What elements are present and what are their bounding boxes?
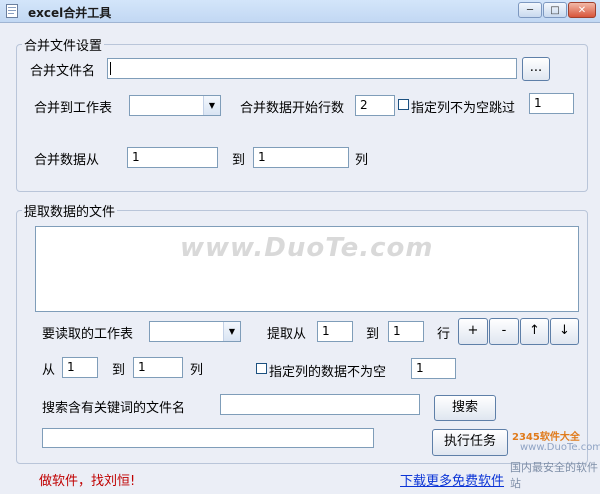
col-from-input[interactable]: 1 (62, 357, 98, 378)
nonempty-checkbox[interactable] (256, 363, 267, 374)
move-up-button[interactable]: ↑ (520, 318, 549, 345)
minimize-button[interactable]: ─ (518, 2, 542, 18)
status-field (42, 428, 374, 448)
merge-from-label: 合并数据从 (34, 153, 100, 168)
move-down-button[interactable]: ↓ (550, 318, 579, 345)
file-list[interactable]: www.DuoTe.com (35, 226, 579, 312)
nonempty-checkbox-label: 指定列的数据不为空 (269, 365, 387, 380)
app-window: excel合并工具 ─ □ ✕ 合并文件设置 合并文件名 ... 合并到工作表 … (0, 0, 600, 494)
window-title: excel合并工具 (28, 6, 112, 20)
text-cursor (110, 62, 111, 75)
read-sheet-label: 要读取的工作表 (42, 327, 134, 342)
author-link[interactable]: 做软件，找刘恒! (39, 470, 135, 489)
chevron-down-icon[interactable]: ▼ (203, 96, 220, 115)
merge-file-input[interactable] (107, 58, 517, 79)
corner-watermark-brand: 2345软件大全 (512, 432, 580, 443)
app-icon (6, 4, 18, 18)
close-button[interactable]: ✕ (568, 2, 596, 18)
extract-from-input[interactable]: 1 (317, 321, 353, 342)
read-sheet-select[interactable]: ▼ (149, 321, 241, 342)
start-row-input[interactable]: 2 (355, 95, 395, 116)
extract-from-label: 提取从 (267, 327, 307, 342)
skip-checkbox-label: 指定列不为空跳过 (411, 101, 516, 116)
merge-settings-legend: 合并文件设置 (22, 35, 105, 54)
download-more-link[interactable]: 下载更多免费软件 (400, 470, 504, 489)
merge-file-label: 合并文件名 (30, 64, 96, 79)
col-from-label: 从 (42, 363, 56, 378)
corner-watermark-url: www.DuoTe.com (520, 442, 600, 453)
merge-sheet-label: 合并到工作表 (34, 101, 113, 116)
extract-to-input[interactable]: 1 (388, 321, 424, 342)
col-to-label: 到 (112, 363, 126, 378)
add-button[interactable]: + (458, 318, 488, 345)
start-row-label: 合并数据开始行数 (240, 101, 345, 116)
run-task-button[interactable]: 执行任务 (432, 429, 508, 456)
extract-to-label: 到 (366, 327, 380, 342)
merge-from-input[interactable]: 1 (127, 147, 218, 168)
search-input[interactable] (220, 394, 420, 415)
merge-col-label: 列 (355, 153, 369, 168)
title-bar[interactable]: excel合并工具 ─ □ ✕ (0, 0, 600, 23)
browse-button[interactable]: ... (522, 57, 550, 81)
col-to-input[interactable]: 1 (133, 357, 183, 378)
col-unit-label: 列 (190, 363, 204, 378)
merge-to-label: 到 (232, 153, 246, 168)
nonempty-column-input[interactable]: 1 (411, 358, 456, 379)
skip-checkbox[interactable] (398, 99, 409, 110)
merge-sheet-select[interactable]: ▼ (129, 95, 221, 116)
extract-legend: 提取数据的文件 (22, 201, 118, 220)
search-button[interactable]: 搜索 (434, 395, 496, 421)
merge-to-input[interactable]: 1 (253, 147, 349, 168)
remove-button[interactable]: - (489, 318, 519, 345)
watermark-text: www.DuoTe.com (180, 233, 434, 263)
search-label: 搜索含有关键词的文件名 (42, 401, 186, 416)
skip-column-input[interactable]: 1 (529, 93, 574, 114)
corner-watermark-slogan: 国内最安全的软件站 (510, 461, 598, 490)
extract-row-label: 行 (437, 327, 451, 342)
maximize-button[interactable]: □ (543, 2, 567, 18)
chevron-down-icon[interactable]: ▼ (223, 322, 240, 341)
